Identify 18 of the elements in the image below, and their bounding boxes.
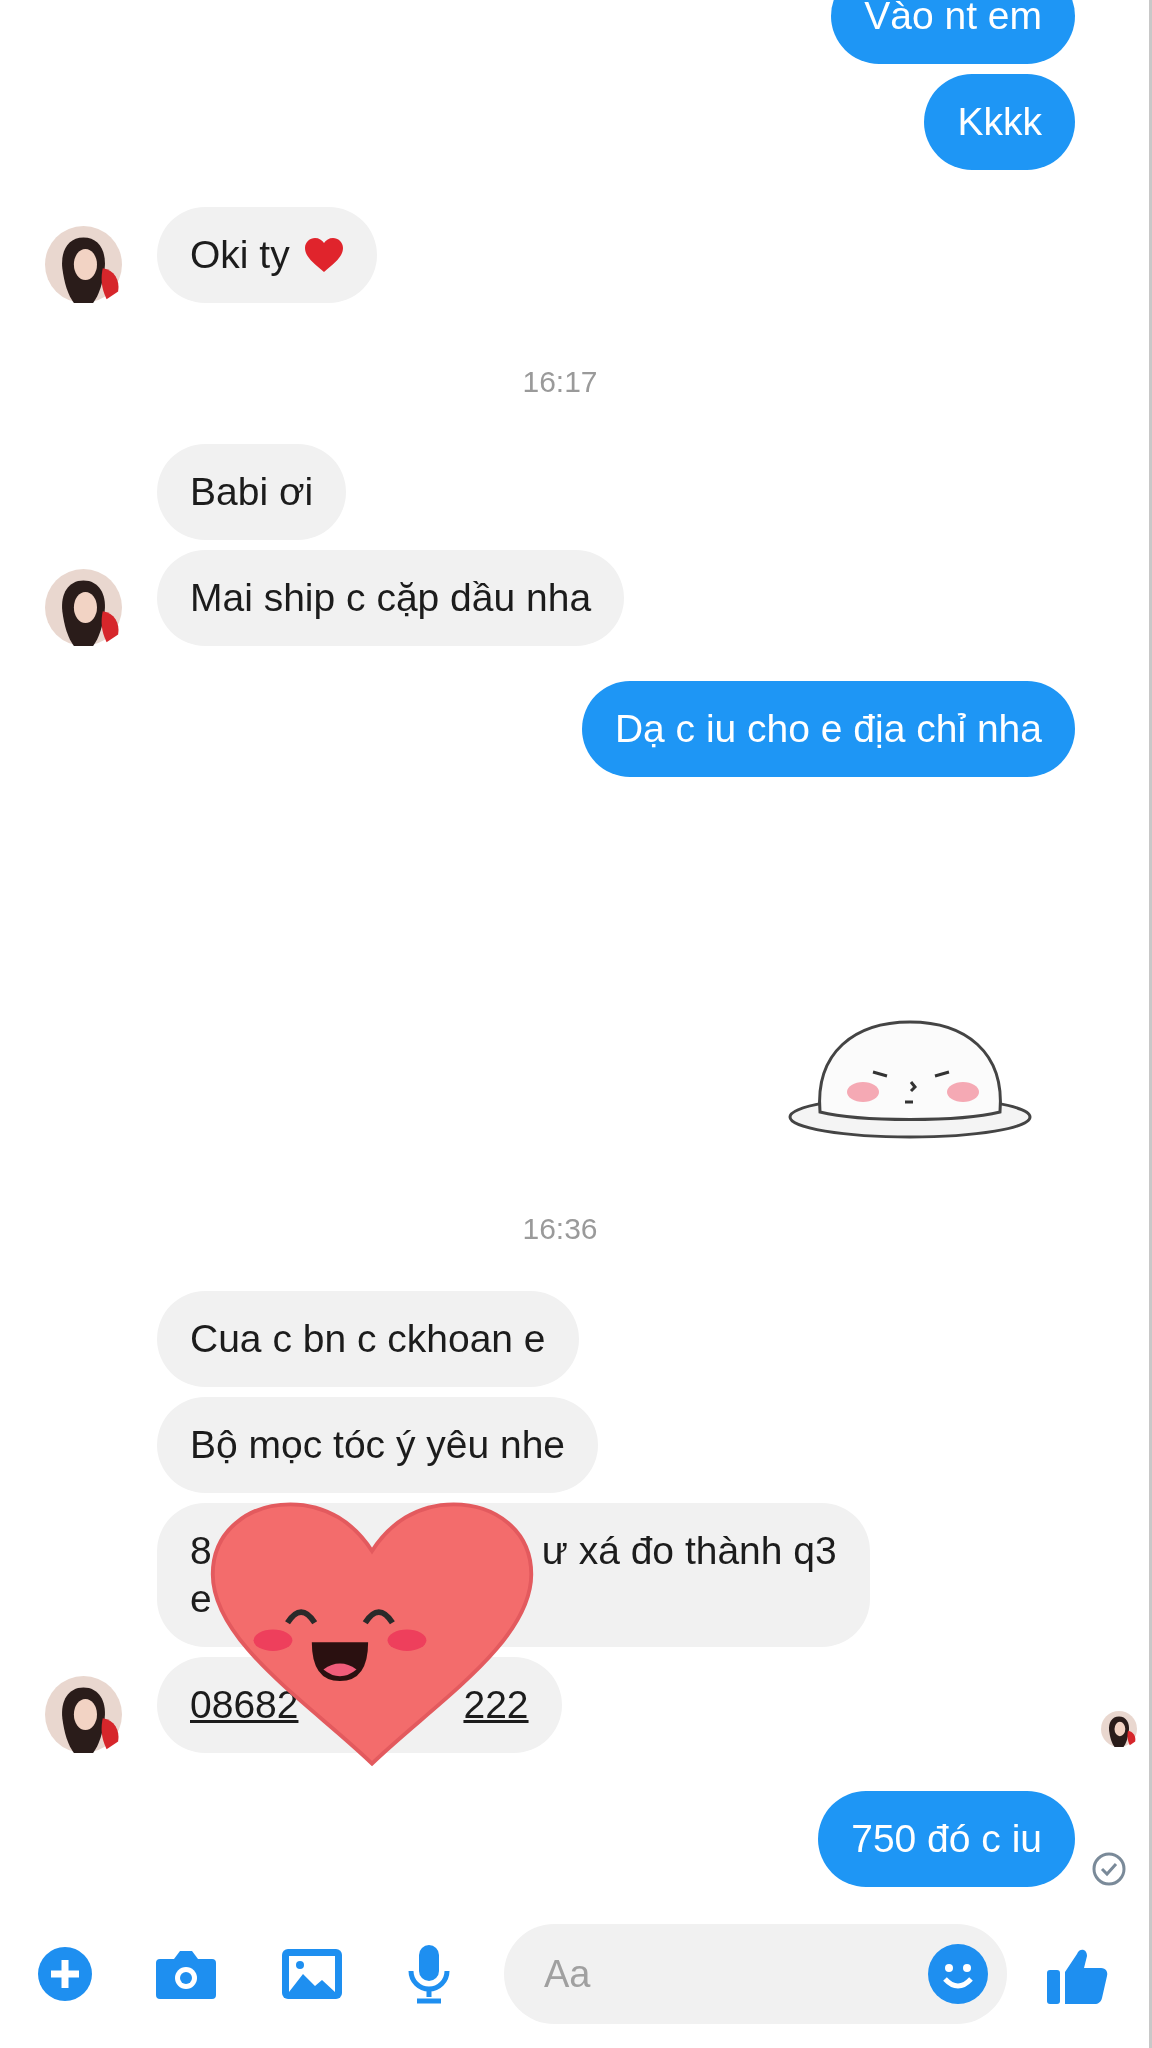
message-bubble: Babi ơi [157, 444, 347, 540]
message-input-field[interactable]: Aa [542, 1951, 927, 1997]
message-bubble: Kkkk [924, 74, 1075, 170]
timestamp: 16:36 [521, 1212, 599, 1246]
message-bubble: 750 đó c iu [818, 1791, 1075, 1887]
message-field[interactable]: Aa [504, 1924, 1007, 2024]
message-bubble: Vào nt em [831, 0, 1075, 64]
phone-link[interactable]: 222 [463, 1681, 529, 1729]
message-bubble: Mai ship c cặp dầu nha [157, 550, 625, 646]
message-bubble: Cua c bn c ckhoan e [157, 1291, 579, 1387]
timestamp: 16:17 [521, 365, 599, 399]
message-text: ư xá đo thành q3 [541, 1528, 837, 1574]
message-bubble: Oki ty [157, 207, 377, 303]
message-bubble: Bộ mọc tóc ý yêu nhe [157, 1397, 599, 1493]
message-text: e [190, 1576, 212, 1622]
message-bubble: Dạ c iu cho e địa chỉ nha [581, 681, 1075, 777]
phone-link[interactable]: 08682 [190, 1681, 299, 1729]
message-text: 8 [190, 1528, 212, 1574]
